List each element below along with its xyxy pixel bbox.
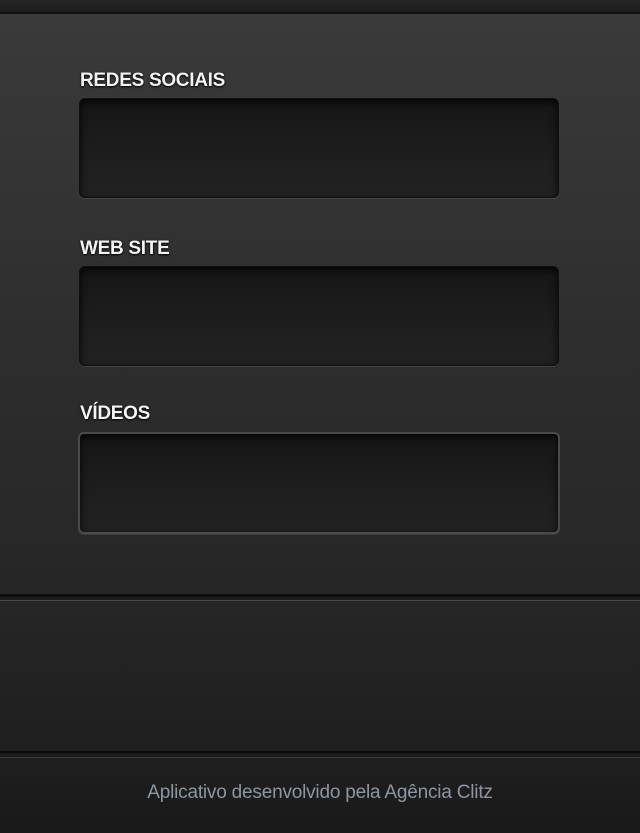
web-site-field[interactable] xyxy=(79,266,559,366)
section-label-web-site: WEB SITE xyxy=(80,238,170,259)
videos-field[interactable] xyxy=(78,432,560,534)
section-label-videos: VÍDEOS xyxy=(80,403,150,424)
footer: Aplicativo desenvolvido pela Agência Cli… xyxy=(0,757,640,833)
content-panel: REDES SOCIAIS WEB SITE VÍDEOS xyxy=(0,14,640,597)
empty-panel xyxy=(0,600,640,753)
footer-credit-text: Aplicativo desenvolvido pela Agência Cli… xyxy=(147,782,493,803)
section-label-redes-sociais: REDES SOCIAIS xyxy=(80,70,225,91)
top-bar xyxy=(0,0,640,14)
redes-sociais-field[interactable] xyxy=(79,98,559,198)
